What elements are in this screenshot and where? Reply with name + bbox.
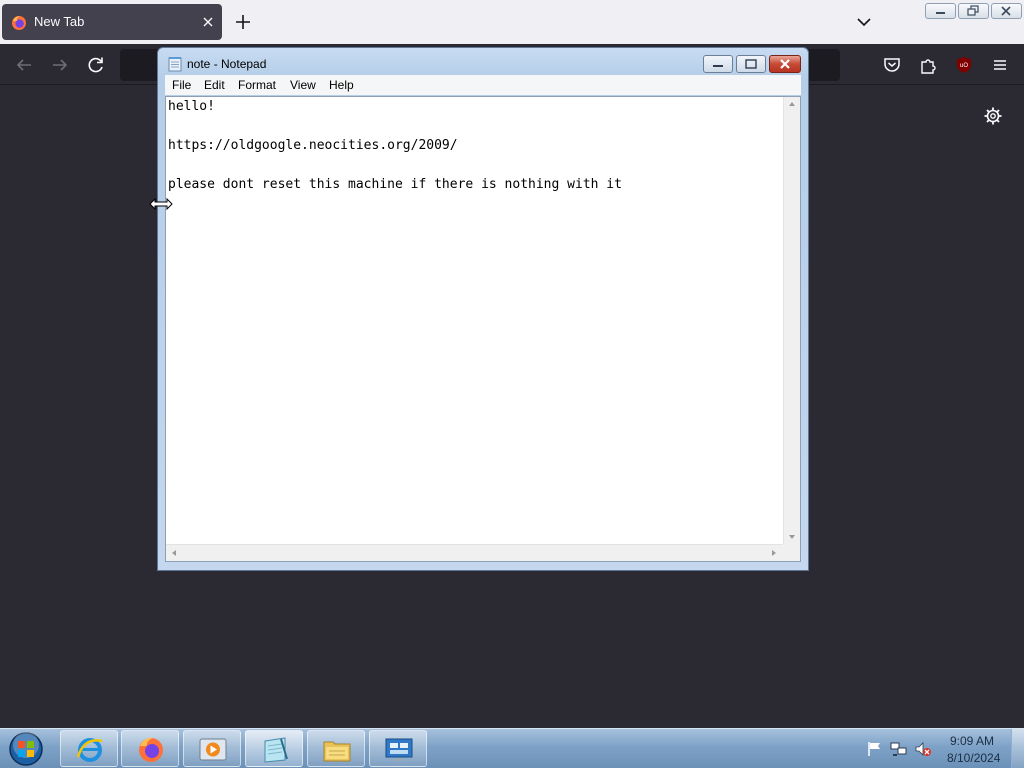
minimize-icon (713, 65, 723, 67)
menu-edit[interactable]: Edit (204, 78, 225, 92)
firefox-logo-icon (12, 16, 26, 30)
network-icon[interactable] (890, 741, 908, 757)
notepad-maximize-button[interactable] (736, 55, 766, 73)
show-desktop-button[interactable] (1011, 729, 1024, 768)
window-minimize-button[interactable] (925, 3, 956, 19)
scroll-left-icon[interactable] (170, 548, 178, 558)
menu-help[interactable]: Help (329, 78, 354, 92)
notepad-close-button[interactable] (769, 55, 801, 73)
reload-icon[interactable] (85, 54, 107, 76)
taskbar-media-player[interactable] (183, 730, 241, 767)
new-tab-plus-icon[interactable] (232, 11, 254, 33)
notepad-icon (168, 57, 182, 72)
taskbar-firefox[interactable] (121, 730, 179, 767)
hamburger-menu-icon[interactable] (989, 54, 1011, 76)
scroll-down-icon[interactable] (787, 533, 797, 541)
scroll-up-icon[interactable] (787, 100, 797, 108)
resize-grip[interactable] (783, 544, 800, 561)
menu-format[interactable]: Format (238, 78, 276, 92)
notepad-icon (264, 737, 288, 763)
tab-new-tab[interactable]: New Tab (2, 4, 222, 40)
notepad-title: note - Notepad (187, 57, 267, 71)
windows-taskbar: 9:09 AM 8/10/2024 (0, 728, 1024, 768)
svg-text:uO: uO (960, 63, 968, 69)
close-tab-icon[interactable] (198, 12, 218, 32)
clock-date[interactable]: 8/10/2024 (947, 751, 1000, 765)
close-icon (780, 59, 790, 69)
notepad-minimize-button[interactable] (703, 55, 733, 73)
notepad-window[interactable]: note - Notepad File Edit Format View Hel… (157, 47, 809, 571)
notepad-content[interactable]: hello! https://oldgoogle.neocities.org/2… (168, 97, 622, 195)
control-panel-icon (385, 738, 413, 761)
forward-arrow-icon[interactable] (49, 54, 71, 76)
firefox-icon (139, 737, 163, 762)
file-explorer-icon (323, 741, 351, 762)
back-arrow-icon[interactable] (13, 54, 35, 76)
close-icon (1001, 6, 1011, 16)
scroll-right-icon[interactable] (770, 548, 778, 558)
internet-explorer-icon (76, 738, 103, 762)
pocket-icon[interactable] (881, 54, 903, 76)
taskbar-notepad[interactable] (245, 730, 303, 767)
notepad-text-area[interactable]: hello! https://oldgoogle.neocities.org/2… (165, 96, 801, 562)
taskbar-internet-explorer[interactable] (60, 730, 118, 767)
action-center-flag-icon[interactable] (866, 741, 884, 757)
media-player-icon (199, 738, 227, 761)
minimize-icon (936, 12, 945, 14)
clock-time[interactable]: 9:09 AM (950, 734, 994, 748)
restore-icon (967, 5, 979, 16)
horizontal-scrollbar[interactable] (166, 544, 783, 561)
menu-file[interactable]: File (172, 78, 191, 92)
taskbar-control-panel[interactable] (369, 730, 427, 767)
menu-view[interactable]: View (290, 78, 316, 92)
window-close-button[interactable] (991, 3, 1022, 19)
gear-icon[interactable] (982, 105, 1004, 127)
window-restore-button[interactable] (958, 3, 989, 19)
tab-title: New Tab (34, 14, 85, 29)
vertical-scrollbar[interactable] (783, 97, 800, 545)
start-orb-icon[interactable] (6, 731, 46, 767)
horizontal-resize-cursor-icon (149, 197, 173, 211)
extensions-icon[interactable] (917, 54, 939, 76)
notepad-menubar: File Edit Format View Help (165, 75, 801, 95)
taskbar-file-explorer[interactable] (307, 730, 365, 767)
volume-muted-icon[interactable] (914, 741, 932, 757)
firefox-tab-strip: New Tab (0, 0, 1024, 44)
ublock-icon[interactable]: uO (953, 54, 975, 76)
chevron-down-icon[interactable] (854, 13, 874, 31)
maximize-icon (745, 59, 757, 69)
